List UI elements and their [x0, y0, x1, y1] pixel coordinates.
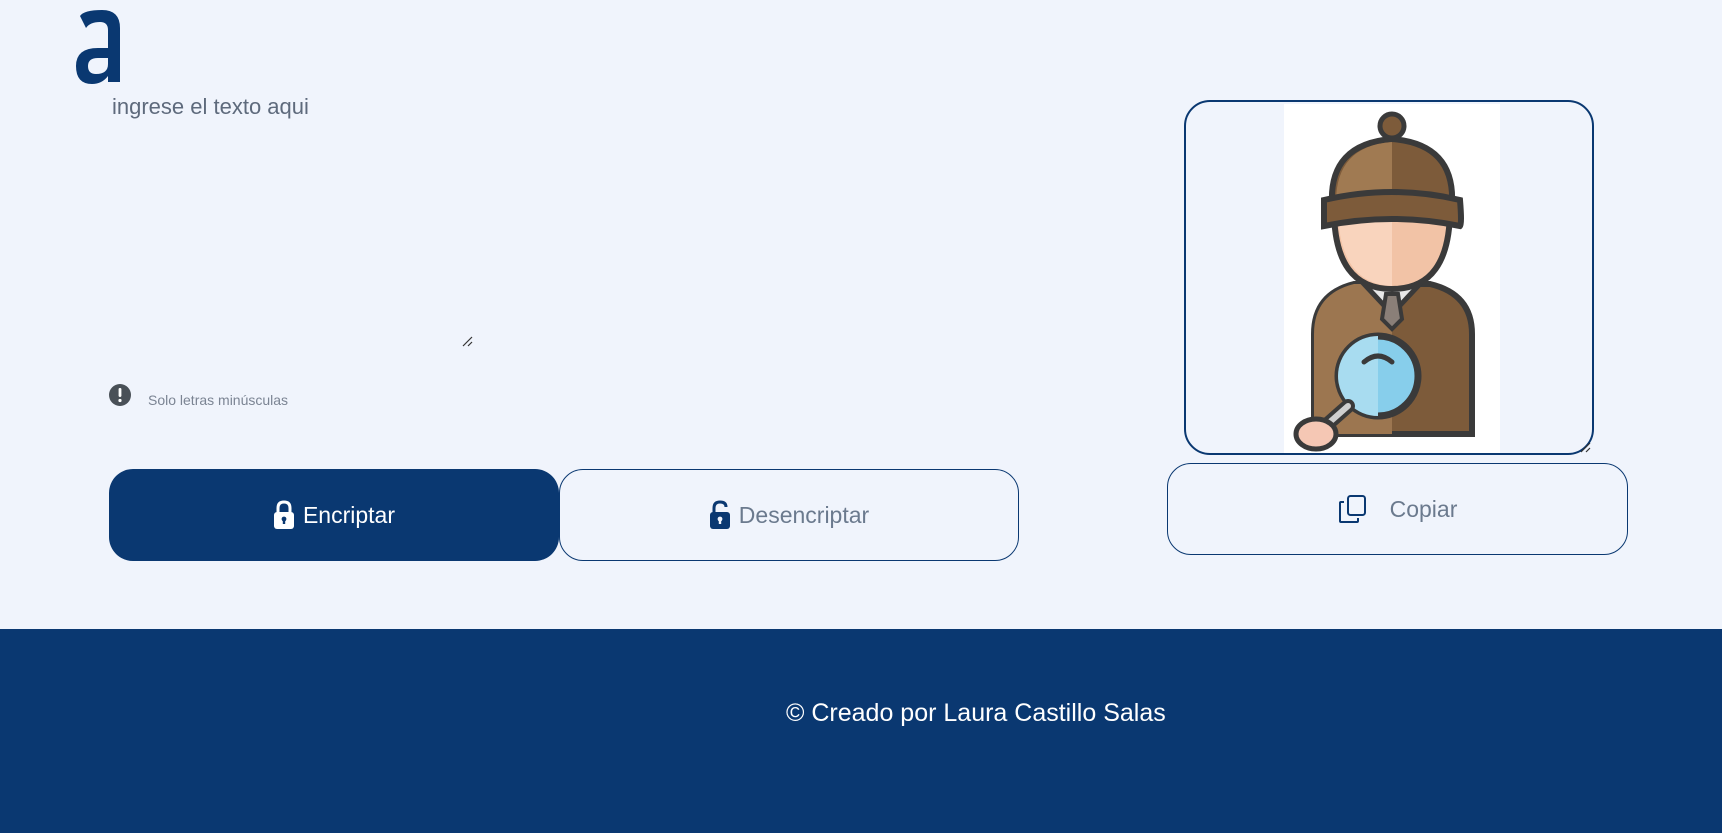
- decrypt-button[interactable]: Desencriptar: [559, 469, 1019, 561]
- copy-button[interactable]: Copiar: [1167, 463, 1628, 555]
- copy-button-label: Copiar: [1389, 495, 1458, 522]
- footer-credit: © Creado por Laura Castillo Salas: [786, 699, 1166, 727]
- output-resize-handle-icon[interactable]: [1578, 440, 1592, 454]
- output-panel: [1184, 100, 1594, 455]
- encrypt-button[interactable]: Encriptar: [109, 469, 559, 561]
- exclamation-circle-icon: [109, 384, 131, 406]
- hint-text: Solo letras minúsculas: [148, 392, 289, 408]
- encrypt-button-label: Encriptar: [302, 501, 396, 528]
- resize-handle-icon[interactable]: [460, 334, 474, 348]
- detective-illustration: [1284, 104, 1500, 453]
- hint-row: Solo letras minúsculas: [108, 382, 288, 408]
- decrypt-button-label: Desencriptar: [738, 501, 870, 528]
- footer: © Creado por Laura Castillo Salas: [0, 629, 1722, 833]
- lock-icon: [273, 500, 294, 529]
- text-input[interactable]: [106, 88, 472, 352]
- copy-icon: [1338, 495, 1366, 523]
- unlock-icon: [709, 500, 730, 529]
- logo-icon: [76, 10, 120, 84]
